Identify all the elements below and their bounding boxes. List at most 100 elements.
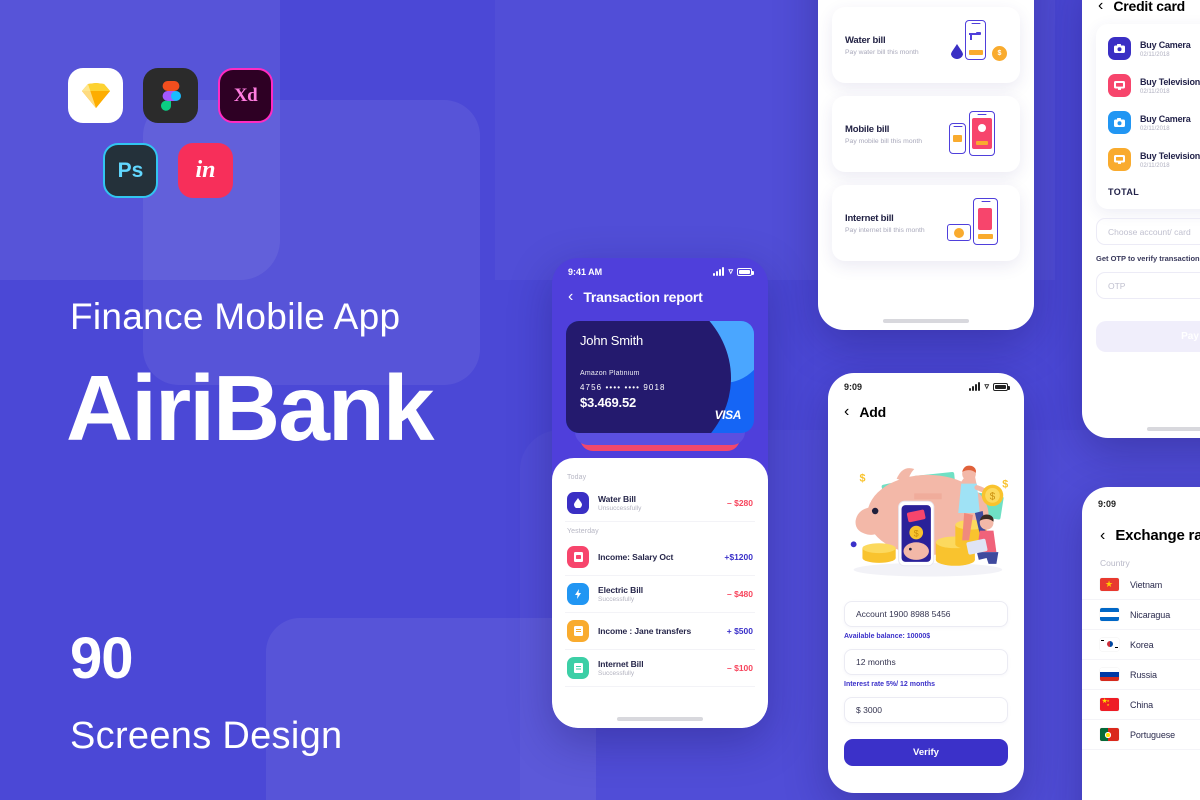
bill-subtitle: Pay water bill this month: [845, 48, 919, 56]
term-input[interactable]: 12 months: [844, 649, 1008, 675]
list-item[interactable]: ★ ★ ★ China: [1082, 690, 1200, 720]
screen-count-label: Screens Design: [70, 715, 343, 757]
row-date: 02/11/2018: [1140, 88, 1170, 95]
country-name: Korea: [1130, 639, 1154, 650]
svg-text:$: $: [914, 528, 919, 538]
portugal-flag: [1100, 728, 1119, 741]
interest-rate-note: Interest rate 5%/ 12 months: [844, 681, 936, 688]
card-number: 4756 •••• •••• 9018: [580, 383, 666, 392]
table-row[interactable]: Internet Bill Successfully – $100: [565, 650, 755, 687]
table-row[interactable]: Buy Camera 02/11/2018: [1106, 30, 1200, 67]
row-name: Water Bill: [598, 494, 636, 504]
battery-icon: [993, 382, 1010, 391]
korea-flag: [1100, 638, 1119, 651]
list-item[interactable]: Nicaragua: [1082, 600, 1200, 630]
wifi-icon: ▿: [728, 266, 733, 276]
bill-card-mobile[interactable]: Mobile bill Pay mobile bill this month: [832, 96, 1020, 172]
row-label: Buy Television: [1140, 76, 1200, 87]
table-row[interactable]: Water Bill Unsuccessfully – $280: [565, 485, 755, 522]
bill-card-internet[interactable]: Internet bill Pay internet bill this mon…: [832, 185, 1020, 261]
home-indicator: [1147, 427, 1200, 431]
tool-logos: Xd Ps in: [68, 68, 368, 198]
table-row[interactable]: Buy Television 02/11/2018: [1106, 67, 1200, 104]
bill-title: Internet bill: [845, 212, 894, 224]
row-status: Unsuccessfully: [598, 505, 642, 512]
phone-exchange-rate-screen: 9:09 ‹ Exchange rate Country ★ Vietnam N…: [1082, 487, 1200, 800]
credit-navbar: ‹ Credit card: [1082, 0, 1200, 22]
bill-subtitle: Pay mobile bill this month: [845, 137, 923, 145]
screen-count: 90: [70, 626, 134, 691]
svg-text:$: $: [990, 491, 996, 502]
status-bar: 9:09: [1082, 487, 1200, 511]
list-item[interactable]: Korea: [1082, 630, 1200, 660]
china-flag: ★ ★ ★: [1100, 698, 1119, 711]
bill-card-water[interactable]: Water bill Pay water bill this month $: [832, 7, 1020, 83]
visa-logo: VISA: [714, 408, 742, 422]
row-label: Buy Camera: [1140, 39, 1191, 50]
poster-stage: Xd Ps in Finance Mobile App AiriBank 90 …: [0, 0, 1200, 800]
row-date: 02/11/2018: [1140, 162, 1170, 169]
internet-bill-art: [945, 198, 1007, 248]
row-label: Buy Television: [1140, 150, 1200, 161]
exchange-nav-title: Exchange rate: [1115, 527, 1200, 544]
back-chevron-icon[interactable]: ‹: [1098, 0, 1103, 14]
document-icon: [567, 620, 589, 642]
mobile-bill-art: [945, 109, 1007, 159]
table-row[interactable]: Buy Television 02/11/2018: [1106, 141, 1200, 178]
transaction-navbar: ‹ Transaction report: [552, 279, 768, 313]
tool-logos-row-2: Ps in: [103, 143, 368, 198]
row-status: Successfully: [598, 596, 635, 603]
card-face: John Smith Amazon Platinium 4756 •••• ••…: [566, 321, 754, 433]
account-select[interactable]: Choose account/ card: [1096, 218, 1200, 245]
group-label-yesterday: Yesterday: [567, 528, 599, 535]
nicaragua-flag: [1100, 608, 1119, 621]
row-amount: – $280: [727, 498, 753, 508]
router-icon: [567, 657, 589, 679]
phone-transaction-screen: 9:41 AM ▿ ‹ Transaction report John Smit…: [552, 258, 768, 728]
row-text: Buy Television 02/11/2018: [1140, 77, 1200, 95]
amount-input[interactable]: $ 3000: [844, 697, 1008, 723]
add-navbar: ‹ Add: [828, 394, 1024, 428]
photoshop-label: Ps: [117, 158, 144, 182]
available-balance-note: Available balance: 10000$: [844, 633, 931, 640]
bill-text: Mobile bill Pay mobile bill this month: [845, 124, 945, 145]
credit-nav-title: Credit card: [1113, 0, 1186, 14]
invision-icon: in: [178, 143, 233, 198]
signal-icon: [969, 381, 981, 391]
list-item[interactable]: ★ Vietnam: [1082, 570, 1200, 600]
list-item[interactable]: Portuguese: [1082, 720, 1200, 750]
water-drop-icon: [567, 492, 589, 514]
credit-card-visual[interactable]: John Smith Amazon Platinium 4756 •••• ••…: [566, 321, 754, 451]
tv-icon: [1108, 148, 1131, 171]
verify-button[interactable]: Verify: [844, 739, 1008, 766]
account-input[interactable]: Account 1900 8988 5456: [844, 601, 1008, 627]
hero-panel: Xd Ps in Finance Mobile App AiriBank 90 …: [0, 0, 520, 800]
table-row[interactable]: Buy Camera 02/11/2018: [1106, 104, 1200, 141]
country-name: Vietnam: [1130, 579, 1163, 590]
back-chevron-icon[interactable]: ‹: [568, 289, 573, 305]
hero-title: AiriBank: [66, 356, 434, 460]
pay-button[interactable]: Pay: [1096, 321, 1200, 352]
bill-subtitle: Pay internet bill this month: [845, 226, 925, 234]
adobe-xd-label: Xd: [233, 84, 258, 106]
hero-subtitle: Finance Mobile App: [70, 296, 401, 337]
phone-credit-card-screen: ‹ Credit card Buy Camera 02/11/2018 Buy …: [1082, 0, 1200, 438]
group-label-today: Today: [567, 474, 587, 481]
list-item[interactable]: Russia: [1082, 660, 1200, 690]
table-row[interactable]: Electric Bill Successfully – $480: [565, 576, 755, 613]
table-row[interactable]: Income: Salary Oct +$1200: [565, 539, 755, 576]
add-nav-title: Add: [859, 404, 886, 420]
table-row[interactable]: Income : Jane transfers + $500: [565, 613, 755, 650]
row-name: Internet Bill: [598, 659, 644, 669]
camera-icon: [1108, 111, 1131, 134]
status-time: 9:09: [844, 381, 863, 392]
water-bill-art: $: [945, 20, 1007, 70]
back-chevron-icon[interactable]: ‹: [844, 404, 849, 420]
transaction-nav-title: Transaction report: [583, 289, 703, 305]
status-time: 9:41 AM: [568, 266, 603, 277]
status-time: 9:09: [1098, 499, 1117, 509]
card-type: Amazon Platinium: [580, 370, 640, 377]
country-column-header: Country: [1100, 558, 1130, 568]
otp-input[interactable]: OTP: [1096, 272, 1200, 299]
back-chevron-icon[interactable]: ‹: [1100, 527, 1105, 544]
